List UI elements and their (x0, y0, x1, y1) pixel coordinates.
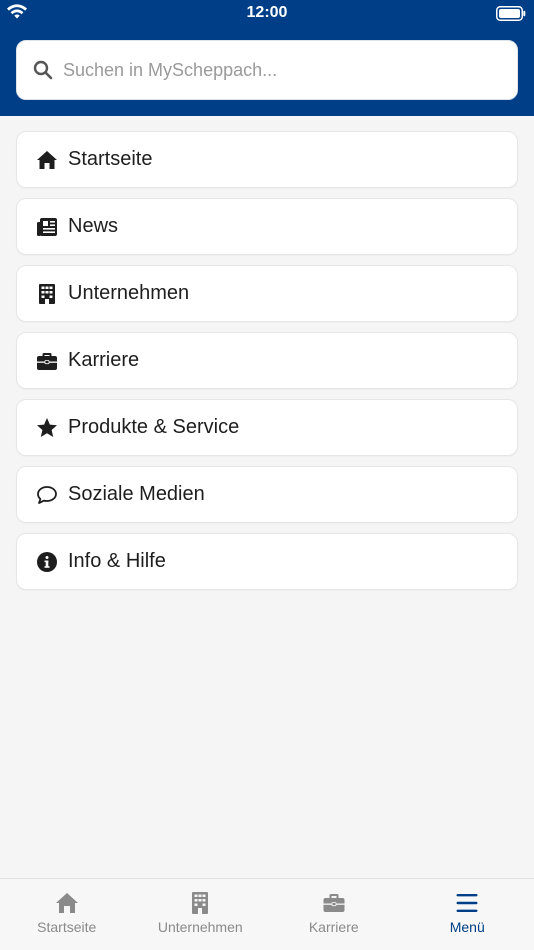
info-icon (36, 551, 58, 573)
tab-unternehmen[interactable]: Unternehmen (134, 879, 268, 950)
menu-icon (455, 891, 479, 915)
menu-item-label: Produkte & Service (68, 416, 240, 438)
menu-item-startseite[interactable]: Startseite (16, 131, 518, 188)
menu-item-news[interactable]: News (16, 198, 518, 255)
newspaper-icon (36, 216, 58, 238)
briefcase-icon (322, 891, 346, 915)
search-icon (33, 60, 53, 80)
menu-item-produkte-service[interactable]: Produkte & Service (16, 399, 518, 456)
menu-item-info-hilfe[interactable]: Info & Hilfe (16, 533, 518, 590)
menu-item-label: Startseite (68, 148, 153, 170)
app-header: 12:00 (0, 0, 534, 116)
star-icon (36, 417, 58, 439)
building-icon (188, 891, 212, 915)
search-bar[interactable] (16, 40, 518, 100)
tab-label: Startseite (37, 919, 97, 935)
tab-label: Menü (449, 919, 485, 935)
status-bar: 12:00 (0, 0, 534, 30)
tab-startseite[interactable]: Startseite (0, 879, 134, 950)
building-icon (36, 283, 58, 305)
home-icon (36, 149, 58, 171)
menu-item-label: Soziale Medien (68, 483, 205, 505)
menu-item-unternehmen[interactable]: Unternehmen (16, 265, 518, 322)
menu-item-karriere[interactable]: Karriere (16, 332, 518, 389)
menu-item-label: Karriere (68, 349, 140, 371)
tab-karriere[interactable]: Karriere (267, 879, 401, 950)
tab-menu[interactable]: Menü (401, 879, 534, 950)
status-time: 12:00 (246, 4, 288, 21)
tab-label: Karriere (308, 919, 359, 935)
menu-item-soziale-medien[interactable]: Soziale Medien (16, 466, 518, 523)
search-input[interactable] (63, 50, 517, 90)
briefcase-icon (36, 350, 58, 372)
tab-label: Unternehmen (157, 919, 243, 935)
tab-bar: Startseite Unternehmen Karriere Menü (0, 878, 534, 950)
battery-icon (496, 6, 526, 21)
chat-bubble-icon (36, 484, 58, 506)
menu-item-label: News (68, 215, 119, 237)
home-icon (55, 891, 79, 915)
menu-list: Startseite News Unternehmen Karriere Pro… (16, 131, 518, 600)
menu-item-label: Unternehmen (68, 282, 190, 304)
menu-item-label: Info & Hilfe (68, 550, 166, 572)
